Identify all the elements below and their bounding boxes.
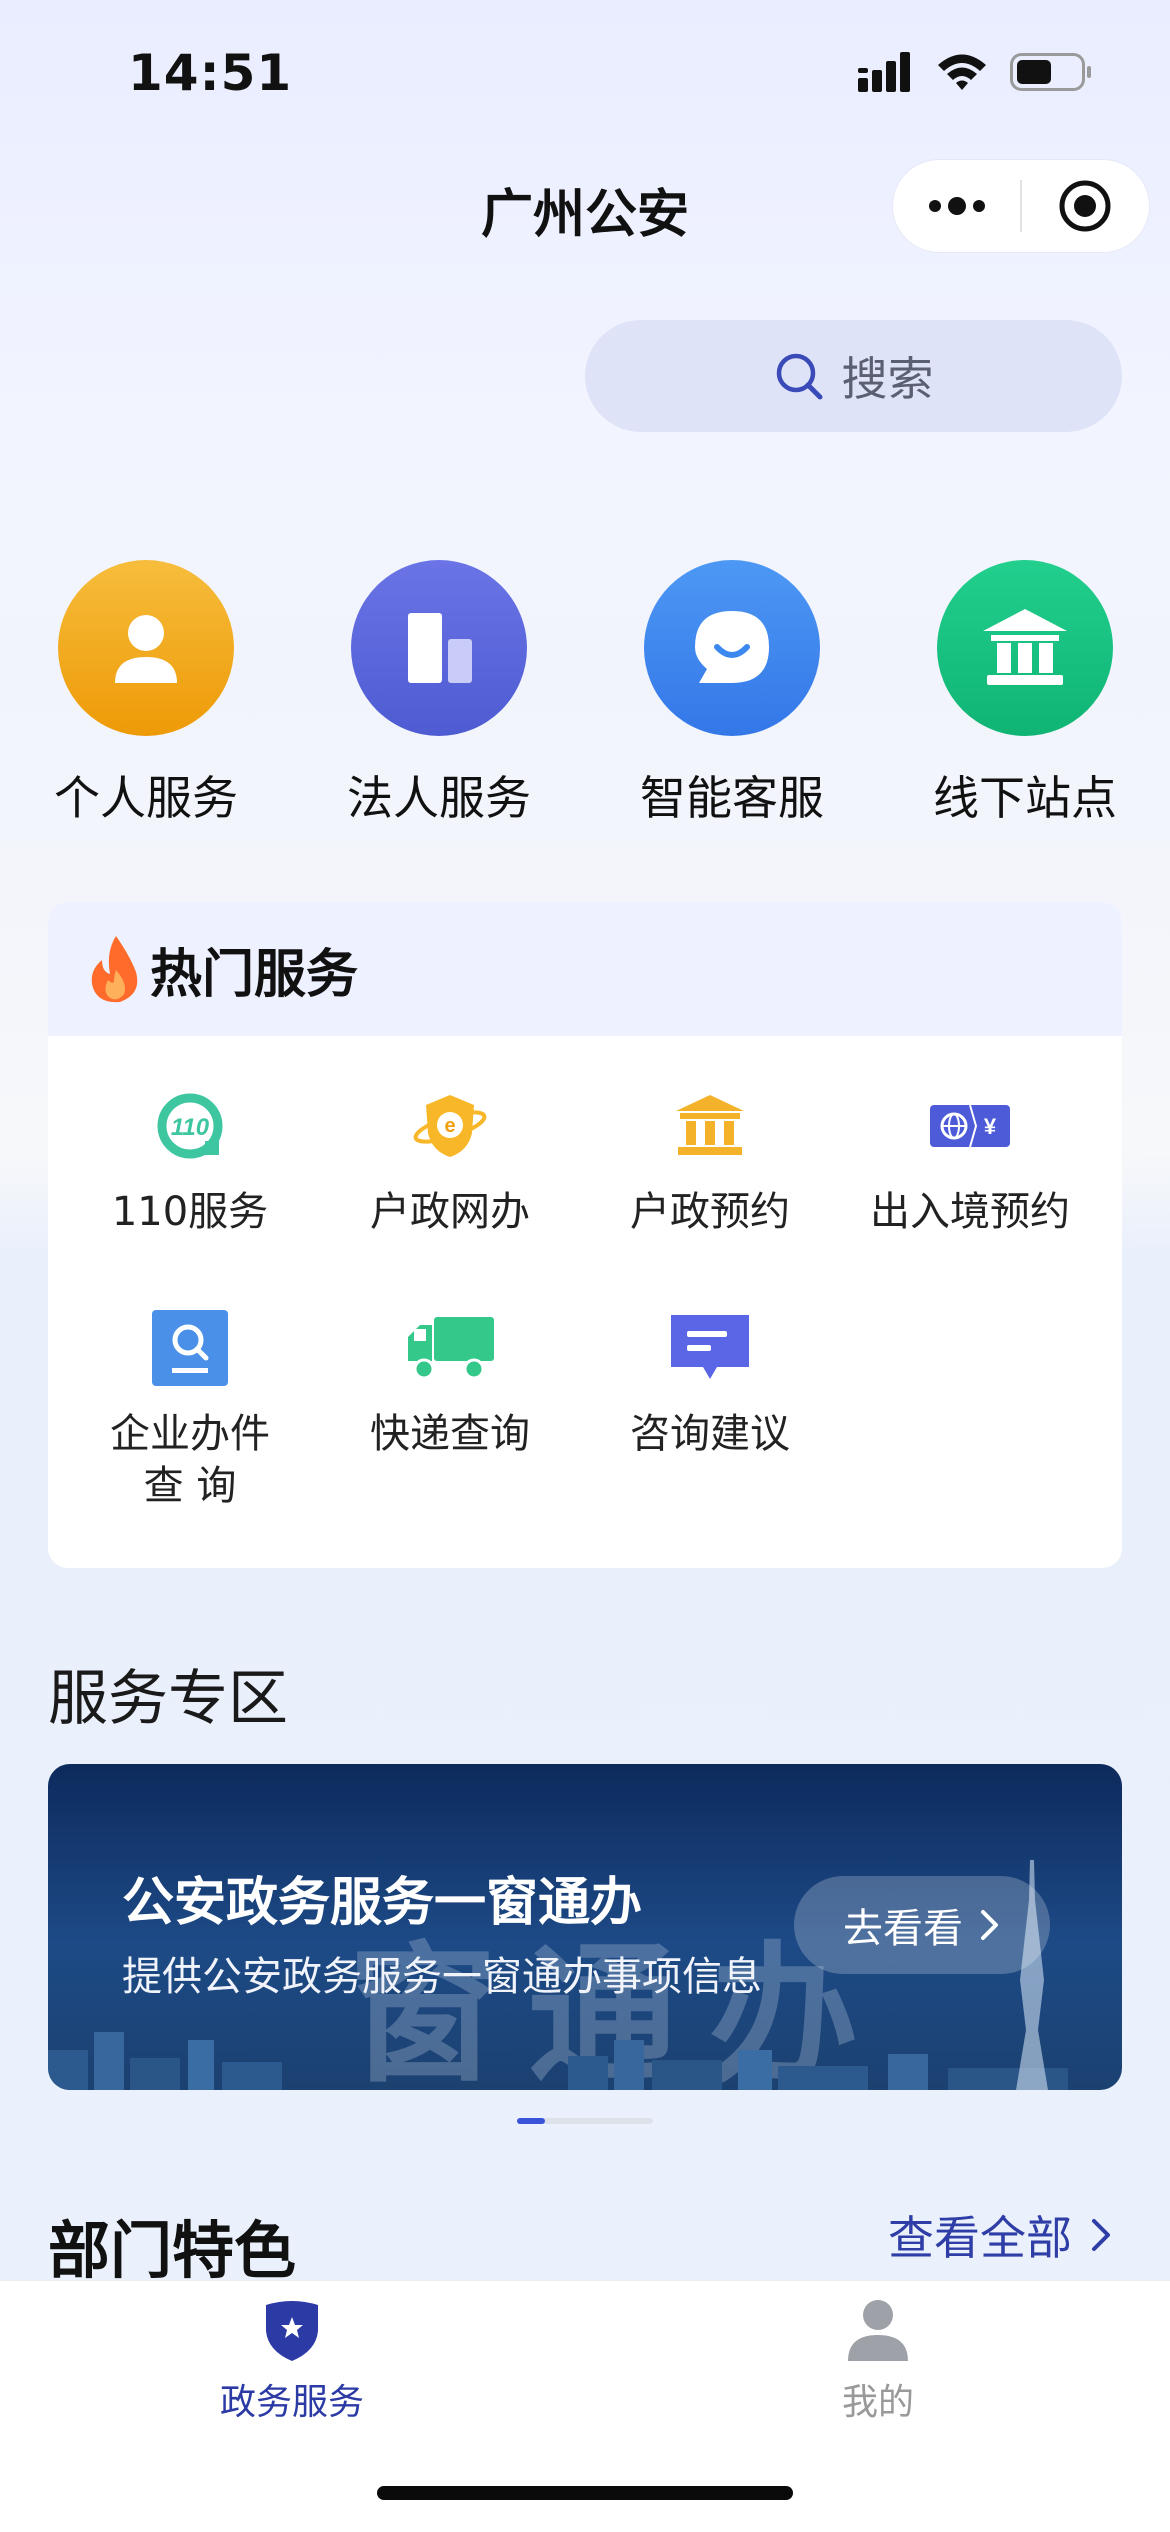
service-label: 110服务 — [111, 1189, 269, 1235]
service-label: 咨询建议 — [630, 1411, 790, 1457]
banner-pagination — [517, 2118, 653, 2124]
nav-label: 线下站点 — [933, 771, 1117, 825]
cellular-signal-icon — [858, 52, 910, 92]
status-time: 14:51 — [128, 44, 293, 102]
go-see-button[interactable]: 去看看 — [794, 1876, 1050, 1974]
fire-icon — [91, 936, 138, 1003]
target-icon — [1059, 180, 1111, 232]
hot-services-header: 热门服务 — [48, 902, 1122, 1036]
service-zone-title: 服务专区 — [48, 1664, 288, 1734]
nav-label: 法人服务 — [347, 771, 531, 825]
search-doc-icon — [60, 1308, 320, 1388]
status-icons — [858, 52, 1092, 92]
service-label: 户政网办 — [370, 1189, 530, 1235]
close-miniprogram-button[interactable] — [1022, 160, 1149, 252]
service-110[interactable]: 110 110服务 — [60, 1086, 320, 1238]
service-label: 快递查询 — [370, 1411, 530, 1457]
banner-pagination-active — [517, 2118, 545, 2124]
message-icon — [580, 1308, 840, 1388]
person-icon — [58, 560, 234, 736]
nav-personal-service[interactable]: 个人服务 — [36, 560, 256, 828]
e-shield-icon: e — [320, 1086, 580, 1166]
service-label: 出入境预约 — [870, 1189, 1070, 1235]
nav-label: 个人服务 — [54, 771, 238, 825]
hot-services-title: 热门服务 — [150, 944, 359, 1005]
svg-text:110: 110 — [171, 1114, 210, 1141]
nav-offline-sites[interactable]: 线下站点 — [915, 560, 1135, 828]
search-label: 搜索 — [841, 352, 934, 406]
banner-title: 公安政务服务一窗通办 — [122, 1873, 643, 1933]
department-title: 部门特色 — [48, 2214, 297, 2287]
nav-smart-support[interactable]: 智能客服 — [622, 560, 842, 828]
banner-subtitle: 提供公安政务服务一窗通办事项信息 — [122, 1954, 762, 2000]
service-zone-banner[interactable]: 窗通办 公安政务服务一窗通办 提供公安政务服务一窗通办事项信息 去看看 — [48, 1764, 1122, 2090]
status-bar: 14:51 — [0, 0, 1170, 150]
view-all-link[interactable]: 查看全部 — [888, 2202, 1112, 2268]
tab-label: 我的 — [841, 2382, 914, 2423]
building-icon — [351, 560, 527, 736]
110-icon: 110 — [60, 1086, 320, 1166]
go-see-label: 去看看 — [843, 1906, 963, 1952]
miniprogram-capsule — [893, 160, 1149, 252]
tab-mine[interactable]: 我的 — [728, 2297, 1028, 2425]
exit-entry-icon: ¥ — [840, 1086, 1100, 1166]
service-exit-entry-appointment[interactable]: ¥ 出入境预约 — [840, 1086, 1100, 1238]
police-shield-icon — [266, 2301, 318, 2361]
chevron-right-icon — [1092, 2219, 1110, 2251]
user-icon — [848, 2300, 908, 2361]
more-icon — [928, 197, 985, 215]
search-icon — [776, 353, 822, 400]
tab-gov-service[interactable]: 政务服务 — [142, 2297, 442, 2425]
wifi-icon — [938, 54, 986, 90]
svg-text:e: e — [444, 1115, 455, 1137]
tab-label: 政务服务 — [219, 2382, 364, 2423]
chevron-right-icon — [981, 1910, 998, 1940]
service-household-online[interactable]: e 户政网办 — [320, 1086, 580, 1238]
service-label: 企业办件 查 询 — [110, 1411, 270, 1509]
service-label: 户政预约 — [630, 1189, 790, 1235]
bank-icon — [937, 560, 1113, 736]
chat-icon — [644, 560, 820, 736]
hot-services-card: 热门服务 110 110服务 e 户政网办 户政预约 ¥ 出入境预约 企业办件 … — [48, 902, 1122, 1568]
service-express-query[interactable]: 快递查询 — [320, 1308, 580, 1460]
home-indicator — [377, 2486, 793, 2500]
truck-icon — [320, 1308, 580, 1388]
nav-label: 智能客服 — [640, 771, 824, 825]
main-nav: 个人服务 法人服务 智能客服 线下站点 — [0, 560, 1170, 825]
service-household-appointment[interactable]: 户政预约 — [580, 1086, 840, 1238]
battery-icon — [1010, 53, 1091, 91]
nav-legal-service[interactable]: 法人服务 — [329, 560, 549, 828]
more-button[interactable] — [893, 160, 1020, 252]
institution-icon — [580, 1086, 840, 1166]
svg-text:¥: ¥ — [984, 1114, 997, 1139]
city-skyline-image — [48, 2032, 1068, 2090]
service-consult-suggest[interactable]: 咨询建议 — [580, 1308, 840, 1460]
view-all-label: 查看全部 — [888, 2211, 1072, 2265]
service-enterprise-query[interactable]: 企业办件 查 询 — [60, 1308, 320, 1512]
search-button[interactable]: 搜索 — [585, 320, 1122, 432]
